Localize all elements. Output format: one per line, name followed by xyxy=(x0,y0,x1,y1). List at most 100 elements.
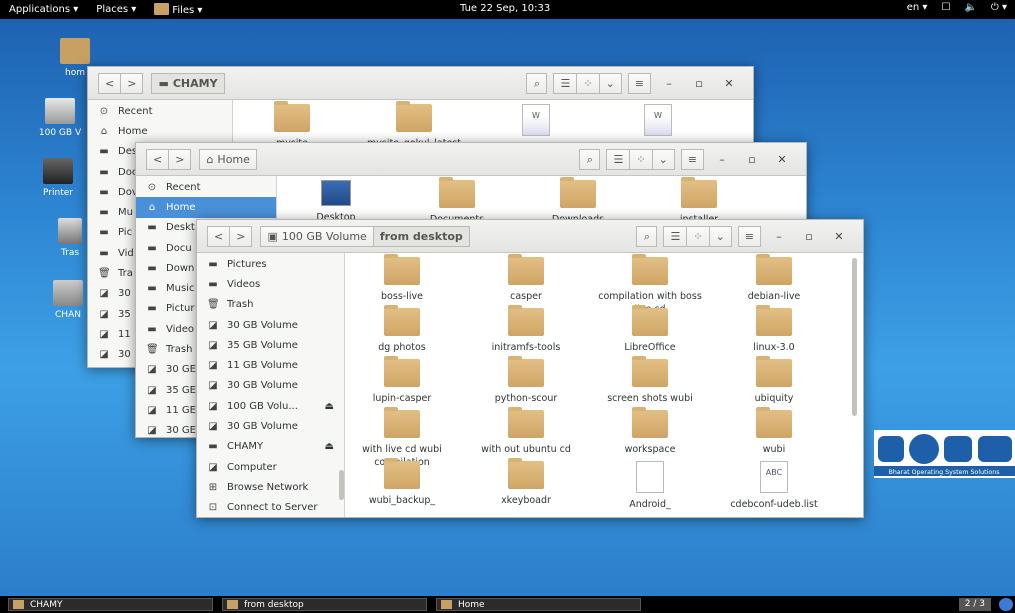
list-view-icon[interactable]: ☰ xyxy=(606,149,631,170)
sidebar-scrollbar[interactable] xyxy=(339,470,344,500)
maximize-icon[interactable]: ▫ xyxy=(797,230,821,243)
file-item[interactable]: linux-3.0 xyxy=(715,305,833,354)
sidebar-item[interactable]: ⊙ Recent xyxy=(136,177,276,197)
search-icon[interactable]: ⌕ xyxy=(526,73,548,94)
file-window-from-desktop[interactable]: < > ▣ 100 GB Volume from desktop ⌕ ☰ ⁘ ⌄ ≡ –… xyxy=(196,219,864,518)
logo-tagline: Bharat Operating System Solutions xyxy=(889,469,1000,476)
sidebar-item[interactable]: 🗑 Trash xyxy=(197,295,344,315)
eject-icon[interactable]: ⏏ xyxy=(325,441,334,452)
grid-view-icon[interactable]: ⁘ xyxy=(630,149,653,170)
file-item[interactable]: casper xyxy=(467,254,585,303)
file-item[interactable]: Android_ xyxy=(591,461,709,511)
sidebar-item[interactable]: ◪ Computer xyxy=(197,457,344,477)
breadcrumb-chamy[interactable]: ▬ CHAMY xyxy=(151,72,225,94)
back-button[interactable]: < xyxy=(146,148,170,170)
sidebar-item[interactable]: ▬ CHAMY ⏏ xyxy=(197,437,344,457)
file-item[interactable]: wubi xyxy=(715,407,833,456)
back-button[interactable]: < xyxy=(98,72,122,94)
applications-menu[interactable]: Applications ▾ xyxy=(0,4,87,15)
sidebar-item[interactable]: ◪ 30 GB Volume xyxy=(197,315,344,335)
minimize-icon[interactable]: – xyxy=(710,153,734,166)
power-icon[interactable]: ⏻ ▾ xyxy=(991,2,1007,13)
file-item[interactable]: initramfs-tools xyxy=(467,305,585,354)
file-item[interactable]: lupin-casper xyxy=(343,356,461,405)
close-icon[interactable]: ✕ xyxy=(770,153,794,166)
file-item[interactable]: screen shots wubi xyxy=(591,356,709,405)
desktop-icon-volume[interactable]: 100 GB V xyxy=(30,98,90,138)
close-icon[interactable]: ✕ xyxy=(827,230,851,243)
maximize-icon[interactable]: ▫ xyxy=(740,153,764,166)
sidebar-item[interactable]: ▬ Pictures xyxy=(197,254,344,274)
workspace-indicator[interactable] xyxy=(999,598,1013,611)
folder-icon xyxy=(384,407,420,438)
language-selector[interactable]: en ▾ xyxy=(907,2,928,13)
volume-icon[interactable]: 🔈 xyxy=(964,2,976,13)
menu-icon[interactable]: ≡ xyxy=(627,73,651,94)
list-view-icon[interactable]: ☰ xyxy=(663,226,688,247)
header-controls: ⌕ ☰ ⁘ ⌄ ≡ – ▫ ✕ xyxy=(526,73,741,94)
taskbar-item-from-desktop[interactable]: from desktop xyxy=(222,598,427,611)
desktop-icon-printer[interactable]: Printer xyxy=(28,158,88,198)
sidebar-item[interactable]: ▬ Videos xyxy=(197,274,344,294)
search-icon[interactable]: ⌕ xyxy=(579,149,601,170)
chevron-down-icon[interactable]: ⌄ xyxy=(652,149,675,170)
menu-icon[interactable]: ≡ xyxy=(737,226,761,247)
sidebar-item[interactable]: ◪ 30 GB Volume xyxy=(197,416,344,436)
file-item[interactable]: dg photos xyxy=(343,305,461,354)
sidebar-item[interactable]: ◪ 35 GB Volume xyxy=(197,335,344,355)
sidebar-item[interactable]: ⌂ Home xyxy=(88,121,232,141)
taskbar-item-chamy[interactable]: CHAMY xyxy=(8,598,213,611)
file-item[interactable]: debian-live xyxy=(715,254,833,303)
breadcrumb-from-desktop[interactable]: from desktop xyxy=(373,225,470,247)
sidebar-item[interactable]: ⊞ Browse Network xyxy=(197,477,344,497)
chevron-down-icon[interactable]: ⌄ xyxy=(709,226,732,247)
file-item[interactable]: Desktop xyxy=(277,180,395,224)
grid-scrollbar[interactable] xyxy=(852,258,857,416)
close-icon[interactable]: ✕ xyxy=(717,77,741,90)
files-menu[interactable]: Files ▾ xyxy=(145,3,211,16)
back-button[interactable]: < xyxy=(207,225,231,247)
sidebar: ▬ Pictures ▬ Videos 🗑 Trash ◪ 30 GB Volume ◪ 35 G… xyxy=(197,253,345,517)
file-item-label: python-scour xyxy=(494,393,558,404)
file-item[interactable]: LibreOffice xyxy=(591,305,709,354)
minimize-icon[interactable]: – xyxy=(657,77,681,90)
grid-view-icon[interactable]: ⁘ xyxy=(687,226,710,247)
folder-icon xyxy=(384,254,420,285)
minimize-icon[interactable]: – xyxy=(767,230,791,243)
file-item[interactable]: ABC cdebconf-udeb.list xyxy=(715,461,833,511)
sidebar-item[interactable]: ⊡ Connect to Server xyxy=(197,498,344,517)
sidebar-item[interactable]: ◪ 11 GB Volume xyxy=(197,355,344,375)
window-icon[interactable]: ☐ xyxy=(941,2,950,13)
clock[interactable]: Tue 22 Sep, 10:33 xyxy=(460,3,550,14)
file-item[interactable]: boss-live xyxy=(343,254,461,303)
sidebar-item[interactable]: ⌂ Home xyxy=(136,197,276,218)
menu-icon[interactable]: ≡ xyxy=(680,149,704,170)
file-item-label: wubi xyxy=(762,444,786,455)
sidebar-item[interactable]: ◪ 30 GB Volume xyxy=(197,376,344,396)
file-item[interactable]: wubi_backup_ xyxy=(343,458,461,507)
file-item[interactable]: with out ubuntu cd xyxy=(467,407,585,456)
sidebar-item[interactable]: ◪ 100 GB Volu... ⏏ xyxy=(197,396,344,416)
taskbar-item-home[interactable]: Home xyxy=(436,598,641,611)
search-icon[interactable]: ⌕ xyxy=(636,226,658,247)
list-view-icon[interactable]: ☰ xyxy=(553,73,578,94)
file-item[interactable]: xkeyboadr xyxy=(467,458,585,507)
breadcrumb-volume[interactable]: ▣ 100 GB Volume xyxy=(260,225,374,247)
forward-button[interactable]: > xyxy=(230,225,253,247)
file-item[interactable]: python-scour xyxy=(467,356,585,405)
taskbar-label: from desktop xyxy=(244,599,304,610)
sidebar-item[interactable]: ⊙ Recent xyxy=(88,101,232,121)
workspace-pager[interactable]: 2 / 3 xyxy=(958,598,991,611)
forward-button[interactable]: > xyxy=(121,72,144,94)
forward-button[interactable]: > xyxy=(169,148,192,170)
file-item[interactable]: workspace xyxy=(591,407,709,456)
folder-icon xyxy=(508,305,544,336)
breadcrumb-home[interactable]: ⌂ Home xyxy=(199,148,257,170)
eject-icon[interactable]: ⏏ xyxy=(325,401,334,412)
maximize-icon[interactable]: ▫ xyxy=(687,77,711,90)
chevron-down-icon[interactable]: ⌄ xyxy=(599,73,622,94)
folder-icon xyxy=(632,356,668,387)
places-menu[interactable]: Places ▾ xyxy=(87,4,145,15)
grid-view-icon[interactable]: ⁘ xyxy=(577,73,600,94)
file-item[interactable]: ubiquity xyxy=(715,356,833,405)
